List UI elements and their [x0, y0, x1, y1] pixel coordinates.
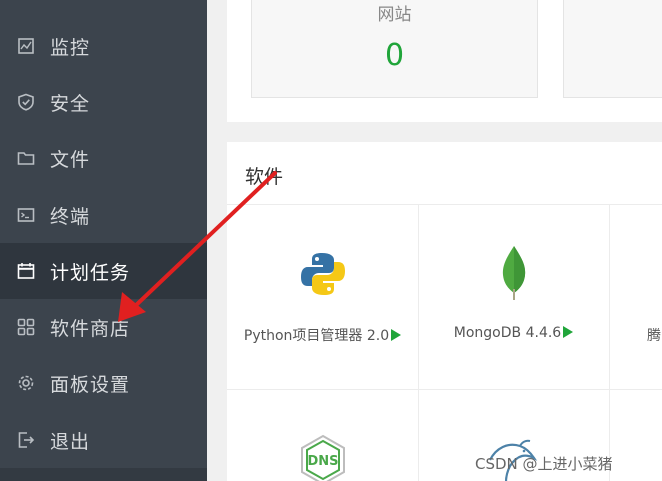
monitor-icon	[16, 36, 36, 56]
play-icon[interactable]	[391, 329, 402, 341]
sidebar: 监控 安全 文件 终端 计划任务 软件商店 面板设置 退出	[0, 0, 207, 481]
software-card-name: MongoDB 4.4.6	[418, 325, 609, 341]
main-content: 网站 0 软件 Python项目管理器 2.0 MongoDB 4.4.6 腾 …	[207, 0, 662, 481]
sidebar-item-label: 退出	[50, 430, 91, 453]
calendar-icon	[16, 261, 36, 281]
software-card-dns[interactable]: DNS	[227, 390, 418, 481]
terminal-icon	[16, 205, 36, 225]
site-stat-card[interactable]: 网站 0	[251, 0, 538, 98]
software-card-python[interactable]: Python项目管理器 2.0	[227, 205, 418, 389]
software-card-name: Python项目管理器 2.0	[227, 325, 418, 345]
software-panel: 软件 Python项目管理器 2.0 MongoDB 4.4.6 腾 DNS	[227, 142, 662, 481]
stat-card-partial[interactable]	[563, 0, 662, 98]
dns-icon: DNS	[299, 434, 347, 481]
sidebar-item-label: 计划任务	[50, 261, 131, 284]
sidebar-item-logout[interactable]: 退出	[0, 412, 207, 468]
folder-icon	[16, 148, 36, 168]
mongodb-leaf-icon	[499, 245, 529, 305]
logout-icon	[16, 430, 36, 450]
sidebar-item-label: 文件	[50, 148, 91, 171]
sidebar-item-label: 软件商店	[50, 317, 131, 340]
grid-icon	[16, 317, 36, 337]
site-stat-label: 网站	[377, 5, 412, 25]
gear-icon	[16, 373, 36, 393]
svg-text:DNS: DNS	[307, 454, 338, 469]
sidebar-item-cron[interactable]: 计划任务	[0, 243, 207, 299]
software-name-text: Python项目管理器 2.0	[243, 328, 390, 344]
software-name-text: MongoDB 4.4.6	[453, 325, 562, 341]
sidebar-item-label: 监控	[50, 36, 91, 59]
python-logo-icon	[300, 251, 346, 301]
sidebar-item-monitor[interactable]: 监控	[0, 18, 207, 74]
sidebar-item-panel-settings[interactable]: 面板设置	[0, 355, 207, 411]
software-card-name: 腾	[647, 328, 661, 344]
sidebar-item-software-store[interactable]: 软件商店	[0, 299, 207, 355]
stats-panel: 网站 0	[227, 0, 662, 122]
sidebar-footer	[0, 468, 207, 481]
sidebar-item-terminal[interactable]: 终端	[0, 187, 207, 243]
sidebar-item-label: 面板设置	[50, 373, 131, 396]
sidebar-item-files[interactable]: 文件	[0, 130, 207, 186]
sidebar-item-security[interactable]: 安全	[0, 74, 207, 130]
software-section-title: 软件	[245, 166, 284, 188]
software-card-partial[interactable]: 腾	[609, 205, 662, 389]
watermark: CSDN @上进小菜猪	[475, 455, 613, 473]
sidebar-item-label: 安全	[50, 92, 91, 115]
site-stat-value[interactable]: 0	[252, 38, 537, 73]
sidebar-item-label: 终端	[50, 205, 91, 228]
shield-icon	[16, 92, 36, 112]
play-icon[interactable]	[563, 326, 574, 338]
software-card-mongodb[interactable]: MongoDB 4.4.6	[418, 205, 609, 389]
